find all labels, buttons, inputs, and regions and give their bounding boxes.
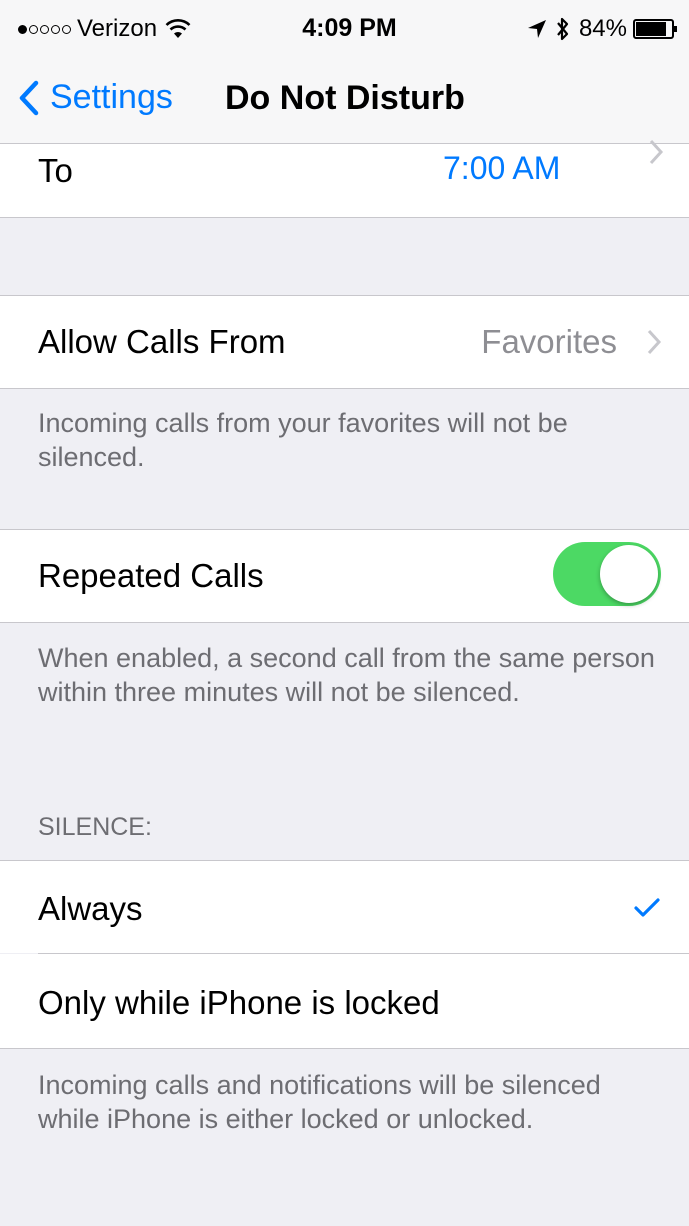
page-title: Do Not Disturb	[225, 79, 465, 117]
toggle-knob	[600, 545, 658, 603]
repeated-calls-footer: When enabled, a second call from the sam…	[38, 643, 655, 707]
silence-option-locked[interactable]: Only while iPhone is locked	[0, 954, 689, 1048]
allow-calls-from-row[interactable]: Allow Calls From Favorites	[0, 296, 689, 388]
silence-option-label: Only while iPhone is locked	[38, 984, 440, 1021]
to-time-row[interactable]: To 7:00 AM	[0, 139, 689, 218]
do-not-disturb-screen: Verizon 4:09 PM 84% Settings Do Not Dist…	[0, 0, 689, 1226]
bluetooth-icon	[557, 17, 569, 41]
allow-calls-from-value: Favorites	[481, 323, 617, 360]
silence-section-header: SILENCE:	[38, 813, 152, 841]
allow-calls-from-label: Allow Calls From	[38, 323, 286, 360]
status-bar: Verizon 4:09 PM 84%	[0, 0, 689, 56]
chevron-right-icon	[649, 139, 664, 165]
silence-option-label: Always	[38, 890, 143, 927]
repeated-calls-label: Repeated Calls	[38, 557, 264, 594]
divider	[0, 388, 689, 389]
divider	[0, 217, 689, 218]
navigation-bar: Settings Do Not Disturb	[0, 56, 689, 144]
checkmark-icon	[634, 898, 660, 917]
to-time-value: 7:00 AM	[443, 150, 561, 186]
back-button[interactable]: Settings	[18, 78, 173, 117]
back-button-label: Settings	[50, 78, 173, 116]
silence-option-always[interactable]: Always	[0, 861, 689, 953]
silence-footer: Incoming calls and notifications will be…	[38, 1070, 601, 1134]
divider	[0, 1048, 689, 1049]
divider	[0, 622, 689, 623]
chevron-left-icon	[19, 80, 39, 115]
allow-calls-footer: Incoming calls from your favorites will …	[38, 408, 568, 472]
location-icon	[527, 20, 546, 38]
chevron-right-icon	[647, 329, 662, 355]
battery-icon	[633, 19, 677, 39]
battery-percent: 84%	[578, 15, 627, 42]
status-right: 84%	[527, 14, 679, 44]
repeated-calls-row: Repeated Calls	[0, 530, 689, 622]
repeated-calls-toggle[interactable]	[553, 542, 661, 606]
to-label: To	[38, 152, 73, 189]
